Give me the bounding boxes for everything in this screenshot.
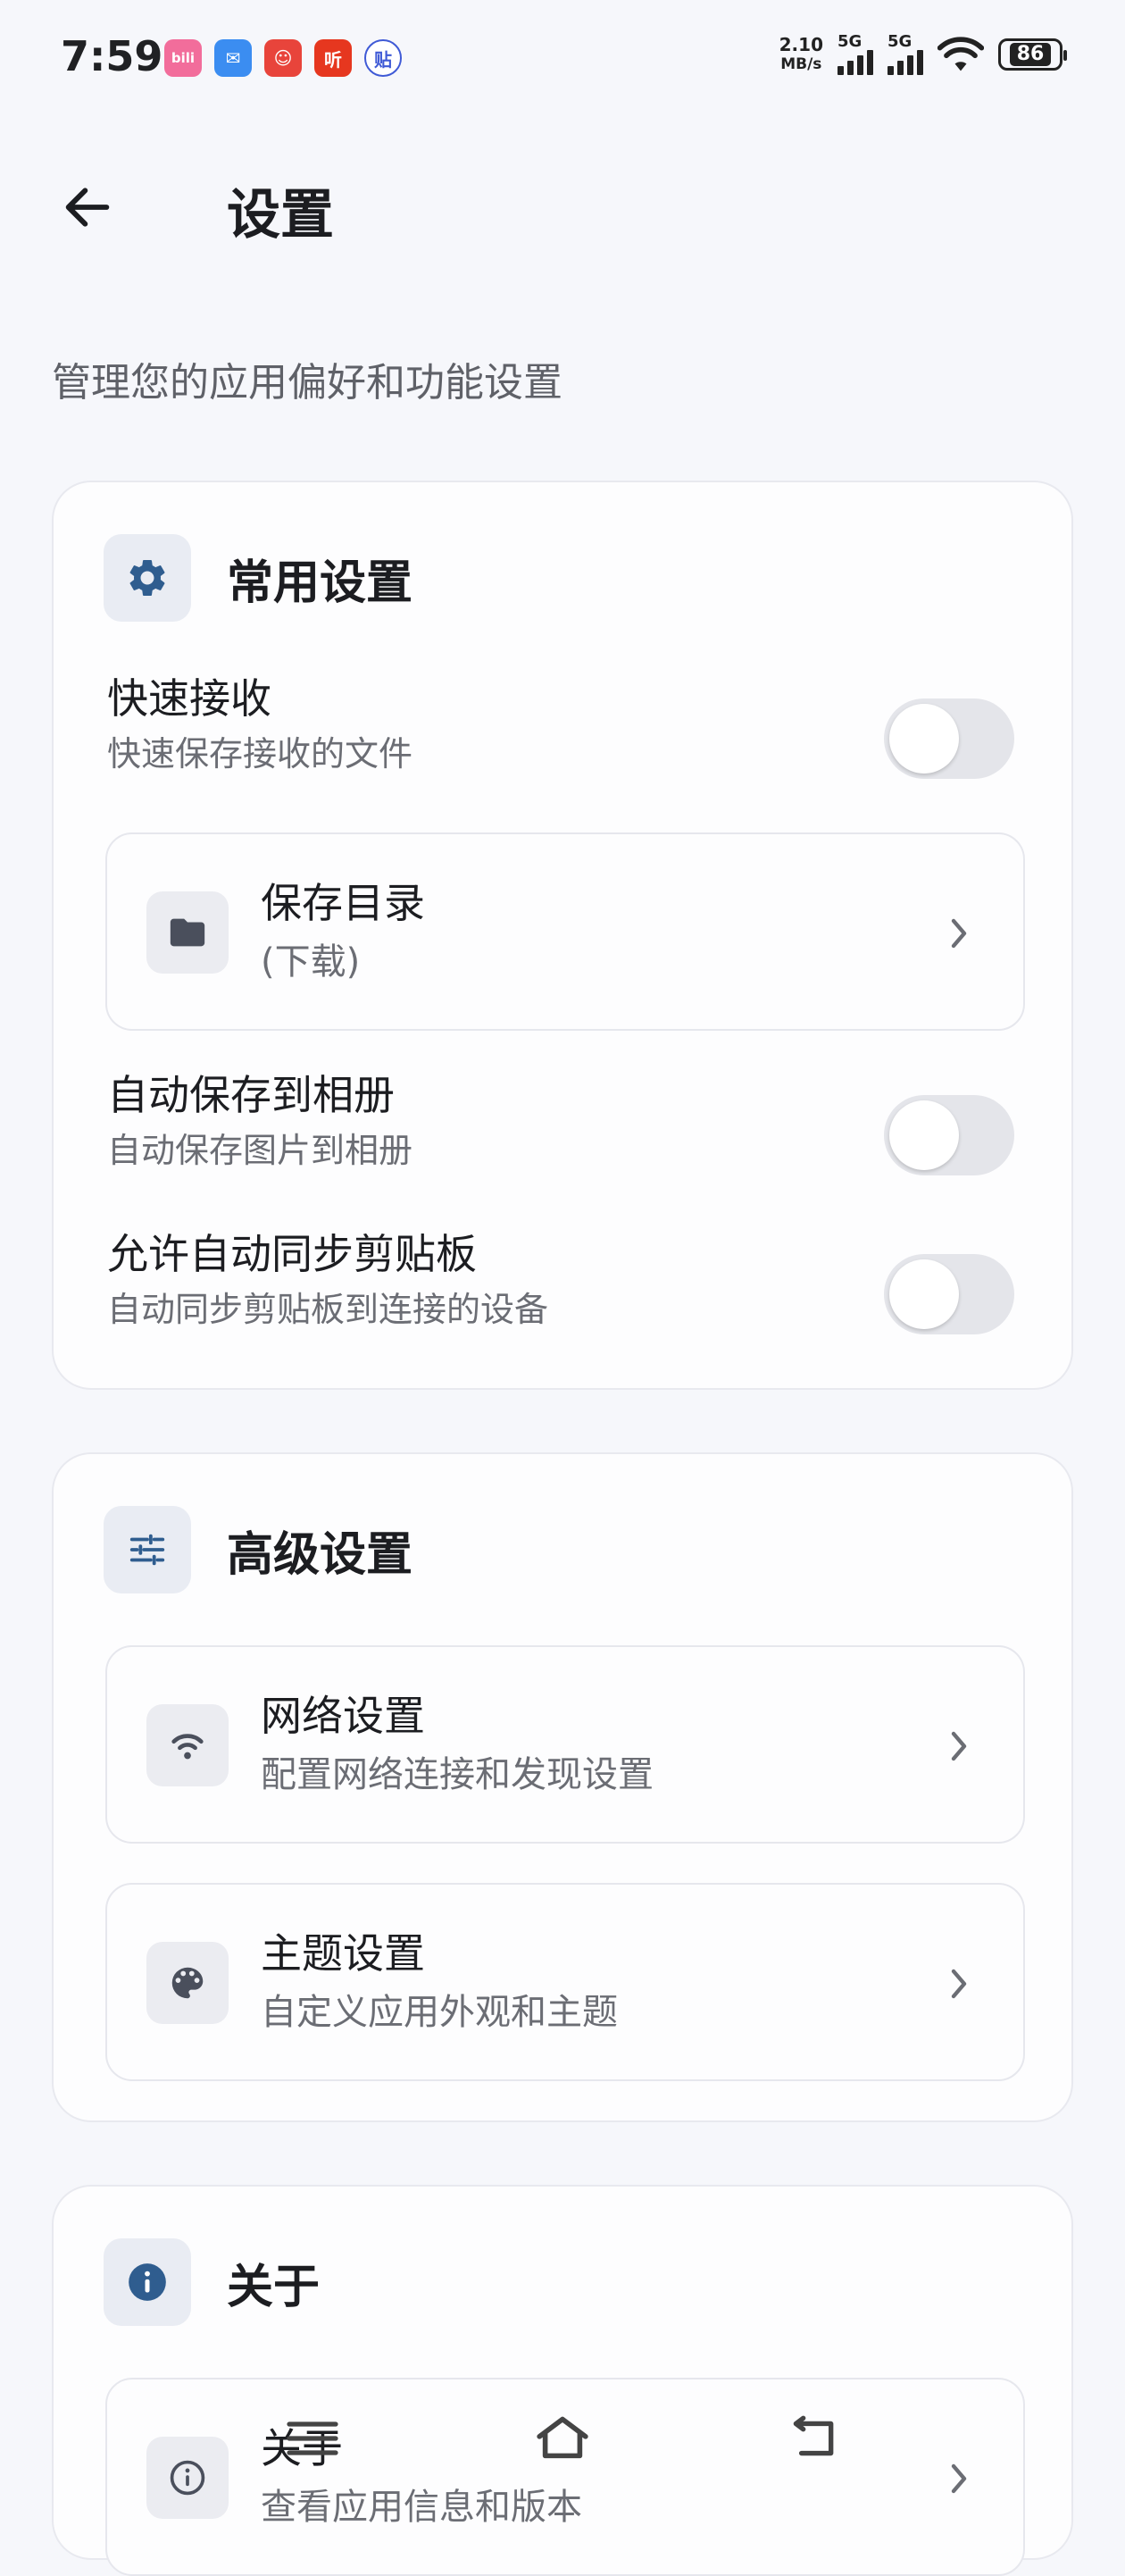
gear-icon	[104, 534, 191, 622]
network-settings-item[interactable]: 网络设置 配置网络连接和发现设置	[105, 1645, 1025, 1844]
section-title-common: 常用设置	[227, 556, 413, 610]
battery-icon: 86	[998, 38, 1067, 71]
theme-settings-label: 主题设置	[261, 1929, 425, 1978]
save-directory-value: (下载)	[261, 941, 361, 983]
common-settings-card: 常用设置 快速接收 快速保存接收的文件 保存目录 (下载) 自动保存到相册 自动…	[52, 481, 1073, 1390]
about-header: 关于	[104, 2238, 320, 2326]
quick-receive-row[interactable]: 快速接收 快速保存接收的文件	[107, 672, 1050, 797]
menu-icon	[287, 2421, 338, 2455]
game-icon: ☺	[264, 39, 302, 77]
folder-icon	[146, 891, 229, 974]
advanced-settings-card: 高级设置 网络设置 配置网络连接和发现设置 主题设置 自定义应用外观和主题	[52, 1452, 1073, 2122]
mail-icon: ✉	[214, 39, 252, 77]
network-settings-desc: 配置网络连接和发现设置	[261, 1754, 654, 1795]
palette-icon	[146, 1942, 229, 2024]
toggle-knob	[889, 1259, 959, 1329]
net-speed: 2.10 MB/s	[779, 34, 823, 73]
system-navigation-bar	[0, 2394, 1125, 2501]
toggle-knob	[889, 704, 959, 774]
info-filled-icon	[104, 2238, 191, 2326]
save-directory-label: 保存目录	[261, 879, 425, 927]
auto-save-album-row[interactable]: 自动保存到相册 自动保存图片到相册	[107, 1068, 1050, 1193]
advanced-settings-header: 高级设置	[104, 1506, 412, 1593]
save-directory-item[interactable]: 保存目录 (下载)	[105, 832, 1025, 1031]
listen-icon: 听	[314, 39, 352, 77]
wifi-icon	[146, 1704, 229, 1786]
bilibili-icon: bili	[164, 39, 202, 77]
wifi-status-icon	[938, 37, 984, 71]
home-key[interactable]	[518, 2394, 607, 2483]
toggle-knob	[889, 1100, 959, 1170]
page-title: 设置	[227, 184, 334, 247]
status-bar: 7:59 bili ✉ ☺ 听 贴 2.10 MB/s 5G 5G 86	[0, 0, 1125, 116]
signal-sim1-icon: 5G	[838, 34, 873, 75]
back-button[interactable]	[52, 171, 123, 243]
back-key[interactable]	[768, 2394, 857, 2483]
chevron-right-icon	[941, 1963, 977, 2004]
signal-sim2-icon: 5G	[888, 34, 923, 75]
home-icon	[537, 2416, 588, 2459]
quick-receive-toggle[interactable]	[884, 698, 1014, 779]
theme-settings-item[interactable]: 主题设置 自定义应用外观和主题	[105, 1883, 1025, 2081]
menu-key[interactable]	[268, 2394, 357, 2483]
tieba-icon: 贴	[364, 39, 402, 77]
auto-save-album-toggle[interactable]	[884, 1095, 1014, 1175]
chevron-right-icon	[941, 1726, 977, 1767]
clipboard-sync-row[interactable]: 允许自动同步剪贴板 自动同步剪贴板到连接的设备	[107, 1227, 1050, 1352]
common-settings-header: 常用设置	[104, 534, 412, 622]
section-title-about: 关于	[227, 2260, 321, 2314]
return-icon	[793, 2415, 834, 2456]
about-card: 关于 关于 查看应用信息和版本	[52, 2185, 1073, 2576]
page-subtitle: 管理您的应用偏好和功能设置	[52, 360, 562, 406]
chevron-right-icon	[941, 913, 977, 954]
network-settings-label: 网络设置	[261, 1692, 425, 1740]
clipboard-sync-toggle[interactable]	[884, 1254, 1014, 1334]
arrow-left-icon	[65, 188, 110, 227]
sliders-icon	[104, 1506, 191, 1593]
theme-settings-desc: 自定义应用外观和主题	[261, 1992, 618, 2033]
status-time: 7:59	[61, 32, 163, 80]
notification-icons: bili ✉ ☺ 听 贴	[164, 39, 402, 77]
section-title-advanced: 高级设置	[227, 1527, 413, 1582]
status-indicators: 2.10 MB/s 5G 5G 86	[779, 34, 1067, 75]
